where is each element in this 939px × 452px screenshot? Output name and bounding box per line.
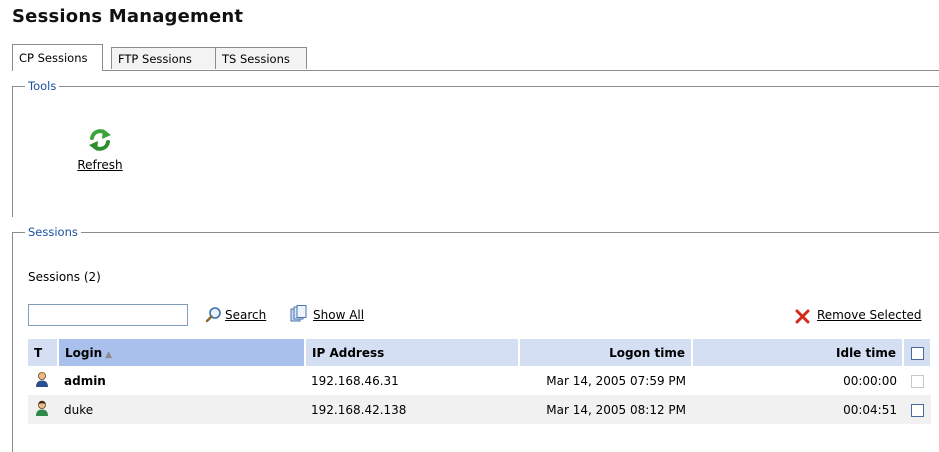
tools-legend: Tools [25, 79, 60, 93]
row-logon-time: Mar 14, 2005 07:59 PM [546, 373, 686, 388]
table-header-row: T Login ▲ IP Address Logon time Idle time [28, 339, 932, 366]
column-header-login-label: Login [65, 345, 103, 360]
search-link[interactable]: Search [225, 308, 266, 322]
column-header-idle-time[interactable]: Idle time [692, 339, 904, 366]
sessions-count: Sessions (2) [28, 270, 101, 284]
column-header-login[interactable]: Login ▲ [58, 339, 306, 366]
row-type-cell [28, 366, 58, 395]
tab-divider [12, 70, 939, 71]
tools-group: Tools Refresh [12, 79, 939, 217]
table-row: admin 192.168.46.31 Mar 14, 2005 07:59 P… [28, 366, 931, 395]
row-select-cell [903, 395, 931, 424]
tab-ftp-sessions[interactable]: FTP Sessions [111, 47, 217, 69]
column-header-ip-address[interactable]: IP Address [305, 339, 520, 366]
row-checkbox [910, 374, 924, 388]
show-all-link[interactable]: Show All [313, 308, 364, 322]
refresh-label: Refresh [77, 158, 123, 172]
row-type-cell [28, 395, 58, 424]
tab-cp-sessions[interactable]: CP Sessions [12, 44, 103, 71]
row-idle-time: 00:00:00 [843, 373, 897, 388]
row-ip-address: 192.168.42.138 [305, 395, 519, 424]
user-icon [34, 371, 50, 390]
column-header-logon-time[interactable]: Logon time [519, 339, 693, 366]
sessions-legend: Sessions [25, 225, 81, 239]
select-all-cell [903, 339, 932, 366]
row-logon-time: Mar 14, 2005 08:12 PM [519, 395, 692, 424]
row-login: duke [58, 395, 305, 424]
remove-selected-link[interactable]: Remove Selected [817, 308, 922, 322]
refresh-icon [75, 127, 125, 153]
show-all-icon[interactable] [289, 305, 309, 326]
page-title: Sessions Management [12, 6, 244, 27]
row-ip-address: 192.168.46.31 [311, 373, 399, 388]
row-login: admin [64, 373, 106, 388]
row-idle-time: 00:04:51 [692, 395, 903, 424]
user-icon [34, 400, 50, 419]
sort-ascending-icon: ▲ [105, 349, 113, 360]
search-input[interactable] [28, 304, 188, 326]
sessions-table: T Login ▲ IP Address Logon time Idle time… [28, 339, 932, 424]
remove-icon[interactable] [795, 309, 810, 327]
column-header-type: T [28, 339, 59, 366]
select-all-checkbox[interactable] [910, 346, 924, 360]
search-icon[interactable] [205, 306, 222, 326]
tab-ts-sessions[interactable]: TS Sessions [215, 47, 307, 69]
row-checkbox[interactable] [910, 403, 924, 417]
refresh-button[interactable]: Refresh [75, 127, 125, 172]
row-select-cell [903, 366, 931, 395]
table-row: duke 192.168.42.138 Mar 14, 2005 08:12 P… [28, 395, 931, 424]
